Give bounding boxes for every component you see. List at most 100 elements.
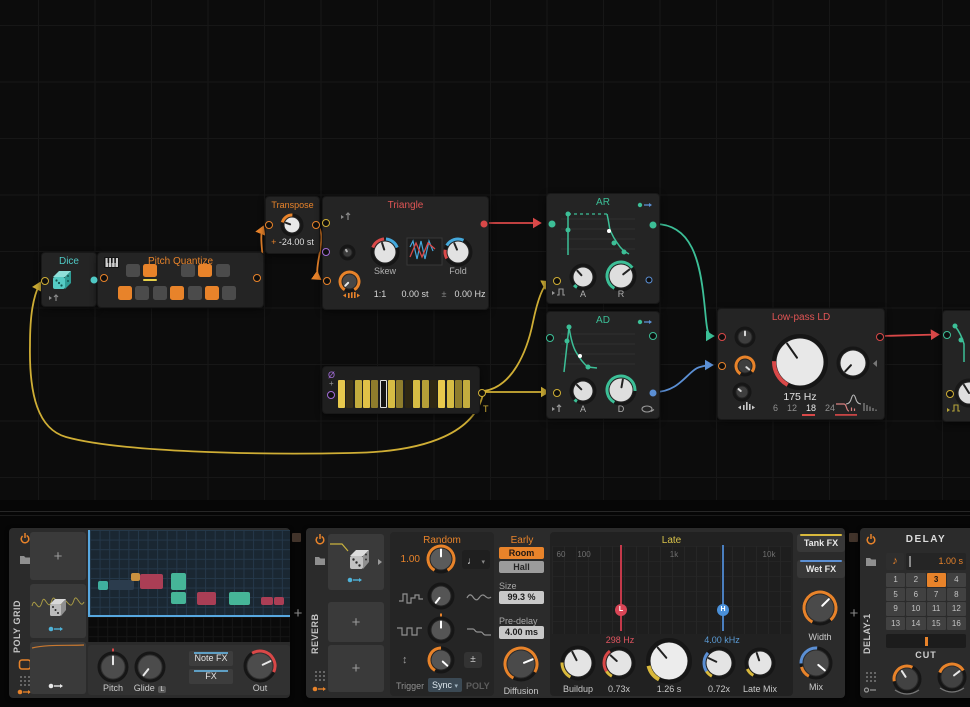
minimap-module-block[interactable] [98,581,108,590]
fm-amount-value[interactable]: 0.00 Hz [449,289,491,299]
delay-step-cell[interactable]: 6 [906,588,925,602]
transpose-value[interactable]: + -24.00 st [266,237,319,247]
note-rate-button[interactable]: ♩ ▾ [462,550,490,569]
delay-step-cell[interactable]: 10 [906,602,925,616]
quantize-pad-lower[interactable] [222,286,236,300]
late-mix-knob[interactable] [741,644,779,682]
device-name[interactable]: REVERB [310,590,320,654]
env-in-port[interactable] [943,331,951,339]
module-triangle[interactable]: Triangle Skew Fold 1:1 0.00 st ± 0.00 Hz [322,196,489,310]
trigger-step[interactable] [405,380,412,408]
retrigger-in-port[interactable] [322,219,330,227]
cutoff-knob[interactable] [769,331,831,393]
triggers-out-port[interactable] [478,389,486,397]
remote-controls-icon[interactable] [314,670,326,682]
quantize-pad-lower[interactable] [170,286,184,300]
skew-knob[interactable] [367,234,403,270]
quantize-pad-upper[interactable] [143,264,157,277]
quantize-in-port[interactable] [100,274,108,282]
pitch-knob[interactable] [94,648,132,686]
diffusion-knob[interactable] [500,643,542,685]
add-device-button[interactable]: + [291,605,305,623]
modulator-slot-empty[interactable]: + [328,602,384,642]
dice-out-port[interactable] [91,277,98,284]
trigger-step[interactable] [463,380,470,408]
minimap-module-block[interactable] [131,573,140,581]
ad-trigger-port[interactable] [553,389,561,397]
trigger-step[interactable] [371,380,378,408]
module-ar[interactable]: AR A R [546,193,660,304]
phase-knob[interactable] [336,241,359,264]
poly-toggle[interactable]: POLY [466,681,490,691]
wire-lowpass-out[interactable] [882,335,938,337]
minimap-module-block[interactable] [197,592,216,605]
quantize-pad-upper[interactable] [198,264,212,277]
module-triggers[interactable]: Ø + T [322,366,480,414]
note-sync-button[interactable]: ♪ [886,553,904,570]
power-icon[interactable] [865,533,877,545]
trigger-step[interactable] [430,380,437,408]
modulator-slot-random[interactable] [30,584,86,638]
delay-time-field[interactable]: 1.00 s [906,553,966,570]
trigger-step[interactable] [438,380,445,408]
triangle-out-port[interactable] [481,221,488,228]
sync-dropdown[interactable]: Sync ▾ [428,678,462,692]
delay-step-cell[interactable]: 2 [906,573,925,587]
out-knob[interactable] [240,646,280,686]
quantize-pad-lower[interactable] [118,286,132,300]
low-cut-handle[interactable]: L [615,604,627,616]
high-cut-line[interactable] [722,545,724,631]
device-reverb[interactable]: REVERB + + Random 1.00 ♩ [306,528,845,698]
quantize-pad-upper[interactable] [216,264,230,277]
lowpass-in-port[interactable] [718,333,726,341]
grid-minimap[interactable] [88,530,290,642]
pitch-knob[interactable] [335,267,364,296]
quantize-pad-lower[interactable] [205,286,219,300]
trigger-step[interactable] [413,380,420,408]
high-mult-knob[interactable] [699,643,739,683]
trigger-step[interactable] [455,380,462,408]
minimap-module-block[interactable] [229,592,250,605]
module-ad[interactable]: AD A D [546,311,660,419]
wet-fx-button[interactable]: Wet FX [797,560,845,578]
low-mult-knob[interactable] [599,643,639,683]
random-slide-icon[interactable] [466,626,492,638]
delay-step-cell[interactable]: 7 [927,588,946,602]
random-amount-knob[interactable] [423,541,459,577]
modulator-slot-random[interactable] [328,534,384,590]
delay-step-cell[interactable]: 15 [927,617,946,631]
random-offset-knob[interactable] [424,643,458,677]
quantize-pad-lower[interactable] [135,286,149,300]
lowpass-cutoffmod-port[interactable] [718,362,726,370]
room-button[interactable]: Room [499,547,544,559]
wire-ar-lowpass[interactable] [655,224,713,336]
lowpass-out-port[interactable] [876,333,884,341]
slope-option[interactable]: 18 [806,403,816,413]
trigger-step[interactable] [380,380,387,408]
ratio-value[interactable]: 1:1 [367,289,393,299]
module-lowpass[interactable]: Low-pass LD 175 Hz 6 12 18 24 [717,308,885,420]
ar-out-port[interactable] [650,222,657,229]
note-fx-button[interactable]: Note FX [189,651,233,666]
pulse-wave-icon[interactable] [396,624,424,638]
size-value[interactable]: 99.3 % [499,591,544,604]
damping-display[interactable] [552,546,791,634]
wire-ad-lowpass[interactable] [655,365,712,392]
hall-button[interactable]: Hall [499,561,544,573]
modulator-slot-empty-2[interactable]: + [328,645,384,692]
phase-in-port[interactable] [322,248,330,256]
trigger-step[interactable] [346,380,353,408]
trigger-step[interactable] [388,380,395,408]
minimap-module-block[interactable] [261,597,273,605]
cutoff-value[interactable]: 175 Hz [770,391,830,403]
mix-knob[interactable] [796,643,836,683]
ar-in-port[interactable] [549,221,556,228]
wire-triggers-ar[interactable] [484,282,549,391]
delay-step-cell[interactable]: 13 [886,617,905,631]
trigger-step[interactable] [396,380,403,408]
slider-thumb[interactable] [925,637,928,646]
bipolar-toggle[interactable]: ± [464,652,482,668]
folder-icon[interactable] [865,555,877,567]
transpose-out-port[interactable] [312,221,320,229]
attack-knob[interactable] [566,374,600,408]
